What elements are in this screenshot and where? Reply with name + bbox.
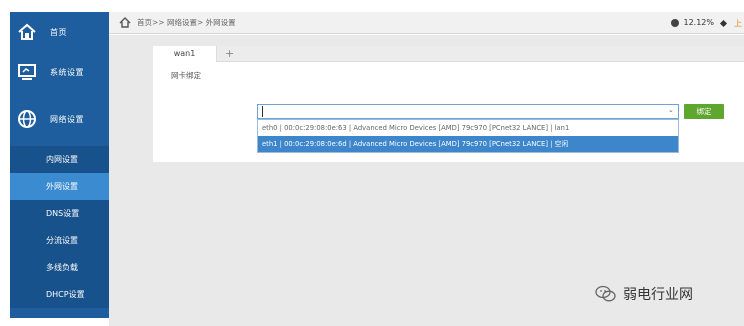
topbar-right-text[interactable]: 上: [734, 18, 744, 29]
sidebar-item-lan[interactable]: 内网设置: [10, 146, 109, 173]
topbar: 首页>> 网络设置> 外网设置 12.12% 上: [109, 12, 744, 34]
breadcrumb: 首页>> 网络设置> 外网设置: [137, 18, 236, 27]
watermark: 弱电行业网: [595, 284, 693, 304]
tab-bar: wan1 +: [153, 46, 744, 62]
nic-select[interactable]: [257, 104, 679, 119]
wechat-icon: [595, 285, 616, 302]
monitor-icon: [14, 59, 40, 85]
sidebar-item-dns[interactable]: DNS设置: [10, 200, 109, 227]
sidebar-item-split[interactable]: 分流设置: [10, 227, 109, 254]
bind-button[interactable]: 绑定: [684, 104, 724, 119]
sidebar-item-label: 首页: [50, 27, 67, 37]
cpu-icon: [671, 18, 680, 27]
nic-option[interactable]: eth0 | 00:0c:29:08:0e:63 | Advanced Micr…: [258, 120, 678, 136]
sidebar-item-network[interactable]: 网络设置: [10, 92, 109, 146]
home-icon: [14, 19, 40, 45]
add-tab-button[interactable]: +: [225, 47, 234, 61]
cpu-percent: 12.12%: [683, 18, 714, 27]
sidebar-item-label: 系统设置: [50, 67, 84, 77]
sidebar: 首页 系统设置 网络设置 内网设置 外网设置 DNS设置 分流设置 多线负载 D…: [10, 12, 109, 318]
globe-icon: [14, 106, 40, 132]
tab-wan1[interactable]: wan1: [153, 46, 217, 62]
sidebar-item-label: 网络设置: [50, 114, 84, 124]
text-caret: [262, 106, 263, 117]
sidebar-item-home[interactable]: 首页: [10, 12, 109, 52]
home-icon[interactable]: [119, 17, 131, 28]
sidebar-item-dhcp[interactable]: DHCP设置: [10, 281, 109, 308]
chevron-down-icon[interactable]: ⌄: [668, 106, 674, 114]
sidebar-item-wan[interactable]: 外网设置: [10, 173, 109, 200]
sidebar-submenu: 内网设置 外网设置 DNS设置 分流设置 多线负载 DHCP设置: [10, 146, 109, 308]
nic-options-list: eth0 | 00:0c:29:08:0e:63 | Advanced Micr…: [257, 119, 679, 153]
diamond-icon: [719, 19, 728, 28]
cpu-usage: 12.12%: [671, 18, 714, 27]
nic-option-selected[interactable]: eth1 | 00:0c:29:08:0e:6d | Advanced Micr…: [258, 136, 678, 152]
sidebar-item-system[interactable]: 系统设置: [10, 52, 109, 92]
watermark-text: 弱电行业网: [623, 287, 693, 303]
nic-binding-label: 网卡绑定: [171, 71, 201, 80]
sidebar-item-multiline[interactable]: 多线负载: [10, 254, 109, 281]
